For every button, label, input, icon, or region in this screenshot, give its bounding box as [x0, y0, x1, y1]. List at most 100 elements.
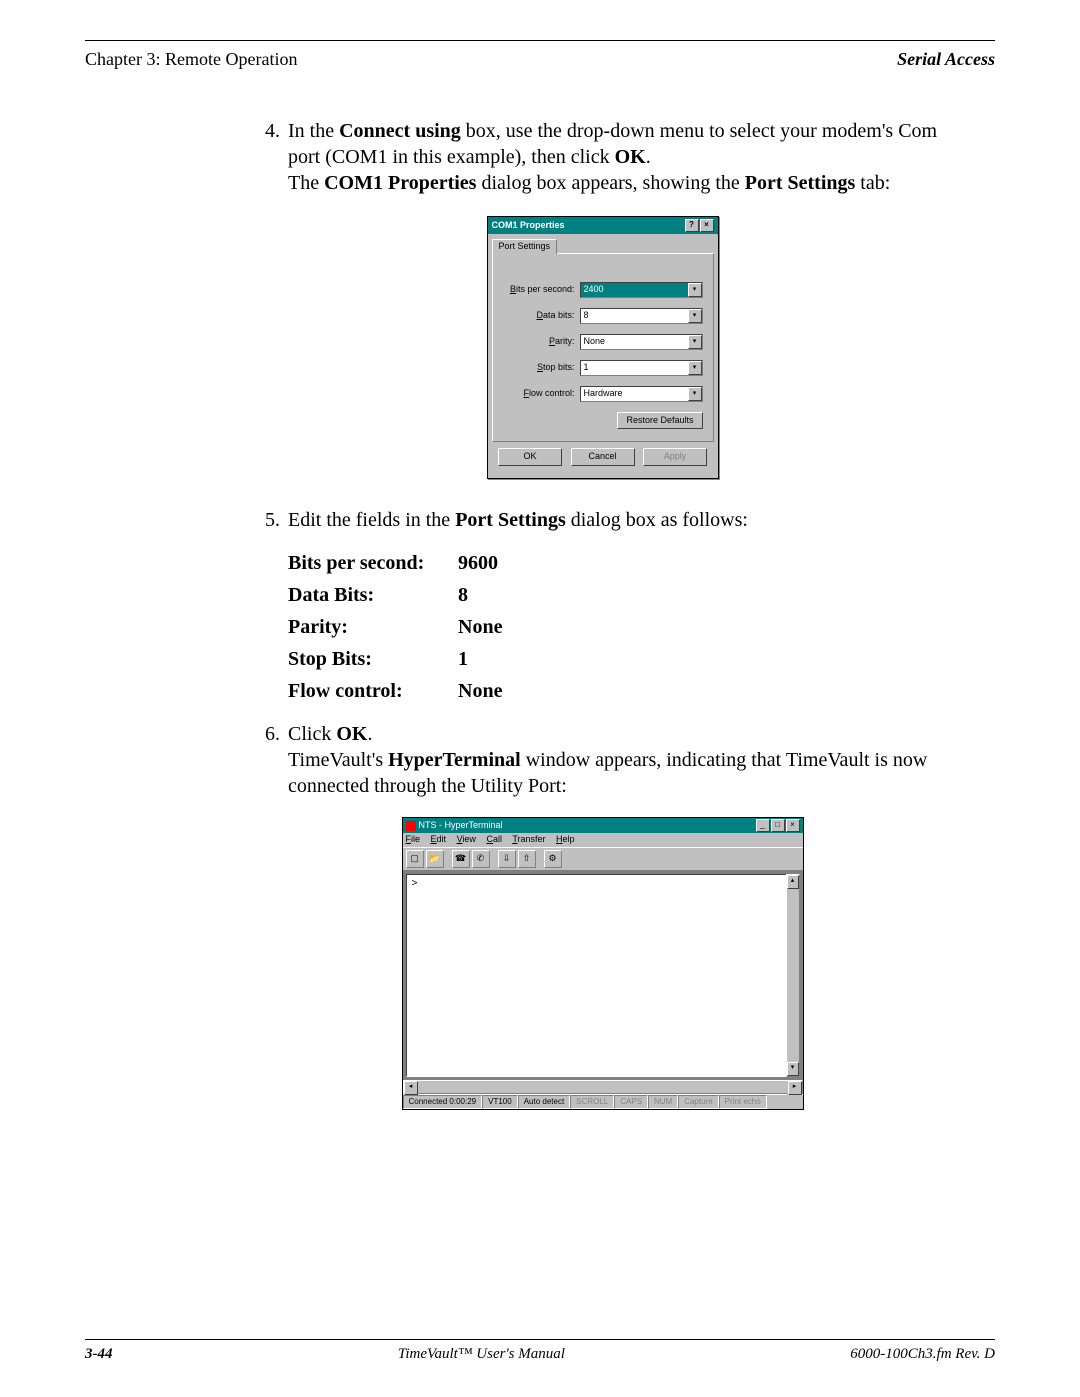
terminal-area[interactable]: > — [406, 874, 800, 1077]
status-emulation: VT100 — [482, 1095, 518, 1109]
s6-t1: Click — [288, 723, 336, 745]
vertical-scrollbar[interactable]: ▴ ▾ — [786, 874, 800, 1077]
connect-icon[interactable]: ☎ — [452, 850, 470, 868]
step-4-num: 4. — [250, 118, 288, 196]
status-echo: Print echo — [719, 1095, 767, 1109]
s4-l2e: tab: — [855, 172, 890, 194]
ok-button[interactable]: OK — [498, 448, 562, 466]
s6-b1: OK — [336, 723, 367, 745]
help-icon[interactable]: ? — [685, 219, 699, 232]
chevron-down-icon[interactable]: ▾ — [688, 309, 702, 323]
close-icon[interactable]: × — [786, 819, 800, 832]
scroll-right-icon[interactable]: ▸ — [788, 1081, 802, 1095]
step-4: 4. In the Connect using box, use the dro… — [250, 118, 955, 196]
data-bits-label: Data bits: — [503, 310, 580, 322]
properties-icon[interactable]: ⚙ — [544, 850, 562, 868]
page-footer: 3-44 TimeVault™ User's Manual 6000-100Ch… — [85, 1339, 995, 1363]
new-icon[interactable]: ▢ — [406, 850, 424, 868]
data-bits-value: 8 — [584, 310, 589, 322]
port-settings-table: Bits per second:9600 Data Bits:8 Parity:… — [288, 547, 955, 707]
apply-button[interactable]: Apply — [643, 448, 707, 466]
com1-properties-dialog: COM1 Properties ? × Port Settings Bits p… — [487, 216, 719, 479]
menu-transfer[interactable]: Transfer — [512, 834, 545, 844]
parity-label: Parity: — [503, 336, 580, 348]
bps-select[interactable]: 2400 ▾ — [580, 282, 703, 298]
menu-help[interactable]: Help — [556, 834, 575, 844]
s4-l2c: dialog box appears, showing the — [476, 172, 744, 194]
set-bps-label: Bits per second: — [288, 547, 458, 579]
app-icon — [406, 821, 416, 831]
set-stop-label: Stop Bits: — [288, 643, 458, 675]
close-icon[interactable]: × — [700, 219, 714, 232]
open-icon[interactable]: 📂 — [426, 850, 444, 868]
stop-bits-label: Stop bits: — [503, 362, 580, 374]
s4-t3: . — [646, 146, 651, 168]
ht-toolbar: ▢ 📂 ☎ ✆ ⇩ ⇧ ⚙ — [403, 847, 803, 871]
minimize-icon[interactable]: _ — [756, 819, 770, 832]
data-bits-select[interactable]: 8 ▾ — [580, 308, 703, 324]
parity-value: None — [584, 336, 606, 348]
set-stop-value: 1 — [458, 643, 468, 675]
header-rule — [85, 40, 995, 41]
flow-control-label: Flow control: — [503, 388, 580, 400]
set-flow-value: None — [458, 675, 502, 707]
maximize-icon[interactable]: □ — [771, 819, 785, 832]
footer-center: TimeVault™ User's Manual — [398, 1346, 565, 1363]
chevron-down-icon[interactable]: ▾ — [688, 283, 702, 297]
set-parity-label: Parity: — [288, 611, 458, 643]
tab-port-settings[interactable]: Port Settings — [492, 239, 558, 254]
header-left: Chapter 3: Remote Operation — [85, 49, 297, 70]
chevron-down-icon[interactable]: ▾ — [688, 387, 702, 401]
s6-l2b: HyperTerminal — [388, 749, 521, 771]
ht-title-text: NTS - HyperTerminal — [419, 820, 503, 832]
s4-l2a: The — [288, 172, 324, 194]
set-flow-label: Flow control: — [288, 675, 458, 707]
s5-b1: Port Settings — [455, 509, 566, 531]
parity-select[interactable]: None ▾ — [580, 334, 703, 350]
page-number: 3-44 — [85, 1346, 113, 1363]
stop-bits-value: 1 — [584, 362, 589, 374]
s5-t1: Edit the fields in the — [288, 509, 455, 531]
status-detect: Auto detect — [518, 1095, 570, 1109]
ht-titlebar[interactable]: NTS - HyperTerminal _ □ × — [403, 818, 803, 833]
menu-call[interactable]: Call — [486, 834, 502, 844]
chevron-down-icon[interactable]: ▾ — [688, 361, 702, 375]
bps-value: 2400 — [584, 284, 604, 296]
set-data-label: Data Bits: — [288, 579, 458, 611]
terminal-prompt: > — [412, 879, 418, 890]
chevron-down-icon[interactable]: ▾ — [688, 335, 702, 349]
s4-b2: OK — [615, 146, 646, 168]
hyperterminal-window: NTS - HyperTerminal _ □ × File Edit View… — [402, 817, 804, 1110]
cancel-button[interactable]: Cancel — [571, 448, 635, 466]
dialog-title: COM1 Properties — [492, 220, 565, 232]
menu-edit[interactable]: Edit — [431, 834, 447, 844]
status-scroll: SCROLL — [570, 1095, 614, 1109]
menu-file[interactable]: File — [406, 834, 421, 844]
s5-t2: dialog box as follows: — [566, 509, 748, 531]
s6-l2a: TimeVault's — [288, 749, 388, 771]
flow-control-select[interactable]: Hardware ▾ — [580, 386, 703, 402]
step-5-num: 5. — [250, 507, 288, 717]
scroll-left-icon[interactable]: ◂ — [404, 1081, 418, 1095]
content-area: 4. In the Connect using box, use the dro… — [85, 118, 995, 1111]
status-num: NUM — [648, 1095, 678, 1109]
menu-view[interactable]: View — [457, 834, 476, 844]
step-6: 6. Click OK. TimeVault's HyperTerminal w… — [250, 721, 955, 799]
set-parity-value: None — [458, 611, 502, 643]
stop-bits-select[interactable]: 1 ▾ — [580, 360, 703, 376]
scroll-down-icon[interactable]: ▾ — [787, 1062, 799, 1076]
footer-right: 6000-100Ch3.fm Rev. D — [850, 1346, 995, 1363]
scroll-up-icon[interactable]: ▴ — [787, 875, 799, 889]
header-right: Serial Access — [897, 49, 995, 70]
step-6-num: 6. — [250, 721, 288, 799]
bps-label: Bits per second: — [503, 284, 580, 296]
restore-defaults-button[interactable]: Restore Defaults — [617, 412, 702, 430]
page-header: Chapter 3: Remote Operation Serial Acces… — [85, 49, 995, 70]
dialog-titlebar[interactable]: COM1 Properties ? × — [488, 217, 718, 234]
disconnect-icon[interactable]: ✆ — [472, 850, 490, 868]
s6-t2: . — [367, 723, 372, 745]
send-icon[interactable]: ⇩ — [498, 850, 516, 868]
s4-t1: In the — [288, 120, 339, 142]
receive-icon[interactable]: ⇧ — [518, 850, 536, 868]
horizontal-scrollbar[interactable]: ◂ ▸ — [403, 1080, 803, 1094]
